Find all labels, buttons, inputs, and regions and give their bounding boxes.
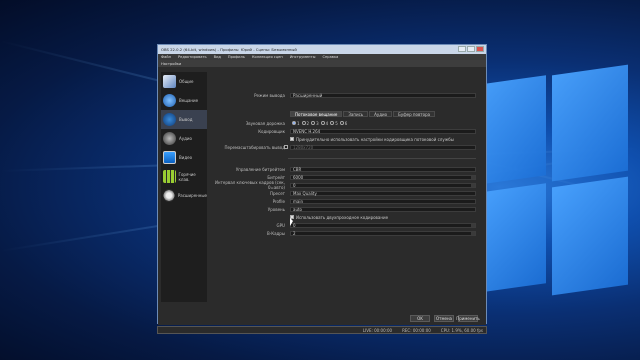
output-settings-panel: Режим вывода Расширенный Потоковое вещан…	[212, 72, 480, 312]
encoder-select[interactable]: NVENC H.264	[290, 128, 476, 134]
audio-icon	[163, 132, 176, 145]
live-status: LIVE: 00:00:00	[362, 327, 393, 333]
output-mode-select[interactable]: Расширенный	[290, 92, 476, 98]
dialog-buttons: OK Отмена Применить	[410, 315, 480, 322]
obs-window: OBS 22.0.2 (64-bit, windows) - Профиль: …	[157, 44, 487, 325]
tab-audio[interactable]: Аудио	[369, 111, 393, 117]
sidebar-item-video[interactable]: Видео	[161, 148, 207, 167]
sidebar-item-general[interactable]: Общие	[161, 72, 207, 91]
profile-label: Profile	[272, 198, 285, 204]
keyframe-spinner[interactable]	[471, 183, 475, 187]
menu-help[interactable]: Справка	[322, 55, 338, 59]
rate-control-select[interactable]: CBR	[290, 166, 476, 172]
cpu-status: CPU: 1.9%, 60.00 fps	[440, 327, 483, 333]
status-bar: LIVE: 00:00:00 REC: 00:00:00 CPU: 1.9%, …	[157, 326, 487, 334]
preset-select[interactable]: Max Quality	[290, 190, 476, 196]
tab-recording[interactable]: Запись	[343, 111, 369, 117]
settings-icon	[163, 75, 176, 88]
audio-track-label: Звуковая дорожка	[245, 120, 285, 126]
mouse-cursor	[290, 218, 293, 226]
track-radio-5[interactable]	[330, 121, 335, 125]
level-label: Уровень	[267, 206, 285, 212]
bitrate-spinner[interactable]	[471, 175, 475, 179]
tab-streaming[interactable]: Потоковое вещание	[290, 111, 343, 117]
menu-scene-collection[interactable]: Коллекция сцен	[252, 55, 283, 59]
bitrate-input[interactable]: 6000	[290, 174, 476, 180]
bframes-spinner[interactable]	[471, 231, 475, 235]
windows-logo	[478, 64, 628, 300]
bitrate-label: Битрейт	[267, 174, 285, 180]
rec-status: REC: 00:00:00	[402, 327, 431, 333]
sidebar-item-advanced[interactable]: Расширенные	[161, 186, 207, 205]
window-title: OBS 22.0.2 (64-bit, windows) - Профиль: …	[161, 47, 297, 52]
sidebar-item-hotkeys[interactable]: Горячие клав.	[161, 167, 207, 186]
gpu-label: GPU	[276, 222, 285, 228]
keyframe-input[interactable]: 0	[290, 182, 476, 188]
track-radio-4[interactable]	[320, 121, 325, 125]
sidebar-item-output[interactable]: Вывод	[161, 110, 207, 129]
preset-label: Пресет	[270, 190, 285, 196]
menu-edit[interactable]: Редактировать	[178, 55, 207, 59]
rescale-select[interactable]: 1280x720	[290, 144, 476, 150]
bframes-label: B-Кадры	[267, 230, 285, 236]
gpu-input[interactable]: 0	[290, 222, 476, 228]
enforce-settings-checkbox[interactable]: Принудительно использовать настройки код…	[290, 137, 454, 142]
bframes-input[interactable]: 2	[290, 230, 476, 236]
gpu-spinner[interactable]	[471, 223, 475, 227]
profile-select[interactable]: main	[290, 198, 476, 204]
settings-title: Настройки	[158, 60, 486, 67]
tab-replay-buffer[interactable]: Буфер повтора	[393, 111, 436, 117]
audio-track-radios: 1 2 3 4 5 6	[290, 121, 347, 126]
ok-button[interactable]: OK	[410, 315, 430, 322]
output-icon	[163, 113, 176, 126]
apply-button[interactable]: Применить	[456, 315, 480, 322]
menu-profile[interactable]: Профиль	[228, 55, 245, 59]
keyboard-icon	[163, 170, 176, 183]
track-radio-6[interactable]	[339, 121, 344, 125]
close-button[interactable]	[476, 46, 484, 52]
sidebar-item-audio[interactable]: Аудио	[161, 129, 207, 148]
rate-control-label: Управление битрейтом	[235, 166, 285, 172]
title-bar: OBS 22.0.2 (64-bit, windows) - Профиль: …	[158, 45, 486, 54]
menu-view[interactable]: Вид	[214, 55, 221, 59]
track-radio-3[interactable]	[311, 121, 316, 125]
two-pass-checkbox[interactable]: Использовать двухпроходное кодирование	[290, 215, 388, 220]
menu-tools[interactable]: Инструменты	[290, 55, 316, 59]
minimize-button[interactable]	[458, 46, 466, 52]
settings-sidebar: Общие Вещание Вывод Аудио Видео Горячие …	[161, 72, 207, 302]
output-tabs: Потоковое вещание Запись Аудио Буфер пов…	[290, 111, 436, 117]
encoder-label: Кодировщик	[258, 128, 285, 134]
track-radio-1[interactable]	[292, 121, 296, 125]
rescale-checkbox[interactable]	[284, 145, 288, 149]
track-radio-2[interactable]	[301, 121, 306, 125]
maximize-button[interactable]	[467, 46, 475, 52]
rescale-label: Перемасштабировать вывод	[224, 144, 285, 150]
monitor-icon	[163, 151, 176, 164]
keyframe-label: Интервал ключевых кадров (сек, 0=авто)	[214, 180, 285, 190]
cancel-button[interactable]: Отмена	[434, 315, 454, 322]
globe-icon	[163, 94, 176, 107]
settings-dialog: Настройки Общие Вещание Вывод Аудио Виде…	[158, 60, 486, 325]
sidebar-item-stream[interactable]: Вещание	[161, 91, 207, 110]
level-select[interactable]: auto	[290, 206, 476, 212]
divider	[288, 158, 476, 159]
output-mode-label: Режим вывода	[254, 92, 285, 98]
gears-icon	[163, 189, 175, 202]
menu-file[interactable]: Файл	[161, 55, 171, 59]
